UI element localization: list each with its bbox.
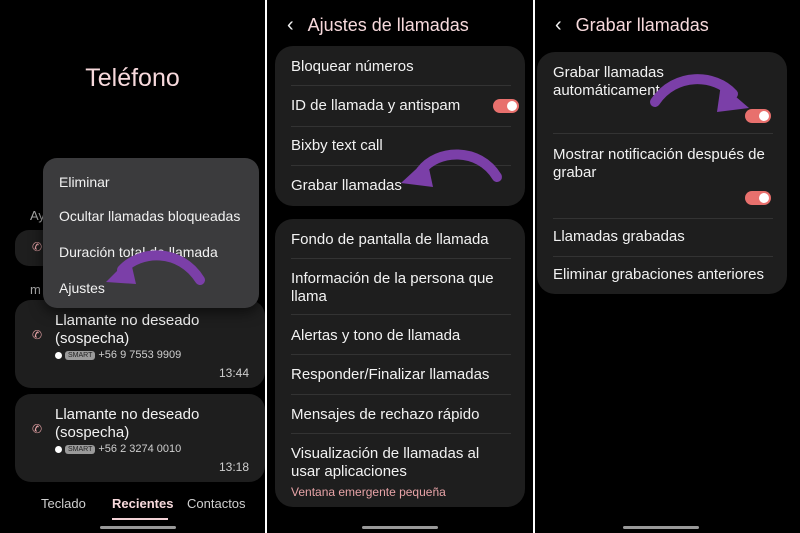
spam-call-icon: ✆ [32, 422, 43, 436]
setting-id-llamada[interactable]: ID de llamada y antispam [291, 97, 511, 115]
divider [553, 133, 773, 134]
divider [291, 394, 511, 395]
back-icon[interactable]: ‹ [555, 14, 562, 37]
setting-visualizacion[interactable]: Visualización de llamadas al usar aplica… [291, 445, 511, 481]
divider [291, 85, 511, 86]
annotation-arrow-icon [401, 149, 502, 187]
setting-fondo[interactable]: Fondo de pantalla de llamada [291, 231, 511, 249]
menu-item-ocultar[interactable]: Ocultar llamadas bloqueadas [59, 208, 240, 224]
menu-item-eliminar[interactable]: Eliminar [59, 174, 110, 190]
page-title: Teléfono [85, 64, 180, 92]
id-llamada-toggle[interactable] [493, 99, 519, 113]
call-time: 13:44 [218, 366, 249, 380]
spam-call-icon: ✆ [32, 328, 43, 342]
home-indicator [623, 526, 699, 529]
setting-alertas[interactable]: Alertas y tono de llamada [291, 327, 511, 345]
tab-contactos[interactable]: Contactos [187, 496, 246, 511]
active-tab-indicator [112, 518, 168, 520]
setting-info-persona[interactable]: Información de la persona que llama [291, 270, 511, 306]
menu-item-ajustes[interactable]: Ajustes [59, 280, 105, 296]
divider [291, 314, 511, 315]
caller-name: Llamante no deseado (sospecha) [55, 312, 200, 347]
tab-recientes[interactable]: Recientes [112, 496, 173, 511]
tab-teclado[interactable]: Teclado [41, 496, 86, 511]
smart-badge: SMART [65, 350, 96, 360]
page-title: Grabar llamadas [575, 15, 709, 35]
setting-eliminar-grabaciones[interactable]: Eliminar grabaciones anteriores [553, 266, 773, 284]
record-calls-screen: ‹ Grabar llamadas Grabar llamadas automá… [535, 0, 800, 533]
annotation-arrow-icon [106, 250, 205, 285]
call-time: 13:18 [218, 460, 249, 474]
divider [553, 218, 773, 219]
divider [291, 126, 511, 127]
divider [291, 354, 511, 355]
partial-section-label: m [30, 282, 41, 297]
setting-visualizacion-value: Ventana emergente pequeña [291, 485, 446, 499]
setting-responder[interactable]: Responder/Finalizar llamadas [291, 366, 511, 384]
caller-number-row: SMART +56 9 7553 9909 [55, 349, 181, 361]
divider [291, 433, 511, 434]
divider [553, 256, 773, 257]
header: ‹ Ajustes de llamadas [287, 14, 469, 37]
info-icon [55, 351, 62, 359]
annotation-arrow-icon [650, 74, 749, 112]
caller-number: +56 9 7553 9909 [98, 349, 182, 361]
smart-badge: SMART [65, 444, 96, 454]
back-icon[interactable]: ‹ [287, 14, 294, 37]
info-icon [55, 445, 62, 453]
call-settings-screen: ‹ Ajustes de llamadas Bloquear números I… [267, 0, 533, 533]
setting-bloquear-numeros[interactable]: Bloquear números [291, 58, 511, 76]
caller-name: Llamante no deseado (sospecha) [55, 406, 200, 441]
setting-llamadas-grabadas[interactable]: Llamadas grabadas [553, 228, 773, 246]
caller-number-row: SMART +56 2 3274 0010 [55, 443, 181, 455]
settings-group-2: Fondo de pantalla de llamada Información… [275, 219, 525, 507]
list-item[interactable]: ✆ Llamante no deseado (sospecha) SMART +… [15, 300, 265, 388]
divider [291, 258, 511, 259]
setting-mensajes[interactable]: Mensajes de rechazo rápido [291, 406, 511, 424]
header: ‹ Grabar llamadas [555, 14, 709, 37]
notificacion-toggle[interactable] [745, 191, 771, 205]
caller-number: +56 2 3274 0010 [98, 443, 182, 455]
setting-mostrar-notificacion[interactable]: Mostrar notificación después de grabar [553, 146, 773, 182]
page-title: Ajustes de llamadas [307, 15, 469, 35]
home-indicator [362, 526, 438, 529]
phone-recents-screen: Teléfono Ay ✆ m ✆ Llamante no deseado (s… [0, 0, 265, 533]
missed-call-icon: ✆ [32, 240, 43, 254]
list-item[interactable]: ✆ Llamante no deseado (sospecha) SMART +… [15, 394, 265, 482]
home-indicator [100, 526, 176, 529]
